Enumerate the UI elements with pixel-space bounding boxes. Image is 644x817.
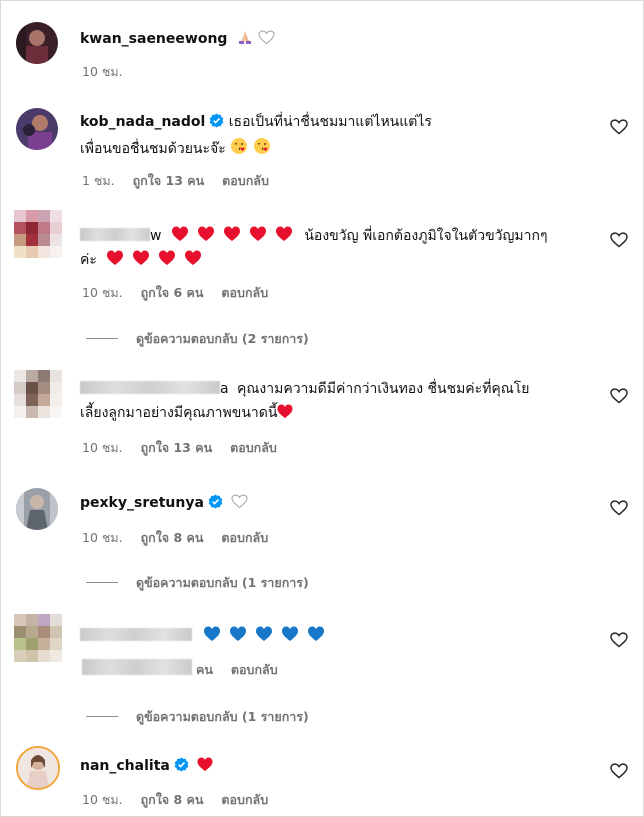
username[interactable]: pexky_sretunya xyxy=(80,495,204,511)
comment-text: น้องขวัญ พี่เอกต้องภูมิใจในตัวขวัญมากๆ xyxy=(304,228,548,244)
comment-time: 10 ชม. xyxy=(82,530,123,545)
reply-button[interactable]: ตอบกลับ xyxy=(221,285,268,300)
like-heart-icon[interactable] xyxy=(610,388,628,404)
comment-text: เลี้ยงลูกมาอย่างมีคุณภาพขนาดนี้ xyxy=(80,405,278,421)
kiss-emoji-icon xyxy=(253,137,271,160)
like-heart-icon[interactable] xyxy=(610,500,628,516)
verified-badge-icon xyxy=(174,757,189,772)
comment-text: เพื่อนขอชื่นชมด้วยนะจ๊ะ xyxy=(80,141,226,157)
comment-time: 10 ชม. xyxy=(82,64,123,79)
divider-line xyxy=(86,582,118,583)
view-replies-button[interactable]: ดูข้อความตอบกลับ (1 รายการ) xyxy=(86,707,309,727)
blurred-username[interactable] xyxy=(80,381,220,394)
reply-button[interactable]: ตอบกลับ xyxy=(231,662,278,677)
verified-badge-icon xyxy=(209,113,224,128)
reply-button[interactable]: ตอบกลับ xyxy=(222,173,269,188)
blurred-username[interactable] xyxy=(80,228,150,241)
view-replies-button[interactable]: ดูข้อความตอบกลับ (2 รายการ) xyxy=(86,329,309,349)
comment-text: คุณงามความดีมีค่ากว่าเงินทอง ชื่นชมค่ะที… xyxy=(237,381,530,397)
reply-button[interactable]: ตอบกลับ xyxy=(221,792,268,807)
likes-count[interactable]: ถูกใจ 8 คน xyxy=(141,792,204,807)
view-replies-button[interactable]: ดูข้อความตอบกลับ (1 รายการ) xyxy=(86,573,309,593)
white-heart-icon xyxy=(258,30,275,50)
avatar[interactable] xyxy=(16,22,58,64)
avatar[interactable] xyxy=(16,488,58,530)
avatar[interactable] xyxy=(16,108,58,150)
reply-button[interactable]: ตอบกลับ xyxy=(230,440,277,455)
divider-line xyxy=(86,338,118,339)
username[interactable]: nan_chalita xyxy=(80,758,170,774)
comment-text: ค่ะ xyxy=(80,252,97,268)
like-heart-icon[interactable] xyxy=(610,632,628,648)
comment-text: เธอเป็นที่น่าชื่นชมมาแต่ไหนแต่ไร xyxy=(228,114,432,130)
divider-line xyxy=(86,716,118,717)
avatar[interactable] xyxy=(14,370,64,418)
red-heart-emoji xyxy=(197,757,213,777)
comment-time: 10 ชม. xyxy=(82,792,123,807)
kiss-emoji-icon xyxy=(230,137,248,160)
username[interactable]: kwan_saeneewong xyxy=(80,31,227,47)
avatar[interactable] xyxy=(16,746,60,790)
blurred-meta xyxy=(82,659,192,675)
blurred-username[interactable] xyxy=(80,628,192,641)
red-heart-emojis xyxy=(171,226,294,247)
username-fragment: a xyxy=(220,381,229,397)
likes-count[interactable]: ถูกใจ 13 คน xyxy=(141,440,213,455)
comment-time: 1 ชม. xyxy=(82,173,115,188)
username-fragment: w xyxy=(150,228,162,244)
likes-count[interactable]: ถูกใจ 13 คน xyxy=(133,173,205,188)
pray-hands-icon xyxy=(236,30,254,44)
comment-time: 10 ชม. xyxy=(82,285,123,300)
likes-count[interactable]: คน xyxy=(196,662,213,677)
blue-heart-emojis xyxy=(204,626,326,647)
avatar[interactable] xyxy=(14,614,64,662)
likes-count[interactable]: ถูกใจ 6 คน xyxy=(141,285,204,300)
avatar[interactable] xyxy=(14,210,64,258)
likes-count[interactable]: ถูกใจ 8 คน xyxy=(141,530,204,545)
red-heart-emojis xyxy=(107,250,203,271)
comment-time: 10 ชม. xyxy=(82,440,123,455)
white-heart-icon xyxy=(231,494,248,514)
like-heart-icon[interactable] xyxy=(610,763,628,779)
red-heart-emoji xyxy=(277,404,293,424)
reply-button[interactable]: ตอบกลับ xyxy=(221,530,268,545)
verified-badge-icon xyxy=(208,494,223,509)
username[interactable]: kob_nada_nadol xyxy=(80,114,205,130)
like-heart-icon[interactable] xyxy=(610,119,628,135)
like-heart-icon[interactable] xyxy=(610,232,628,248)
